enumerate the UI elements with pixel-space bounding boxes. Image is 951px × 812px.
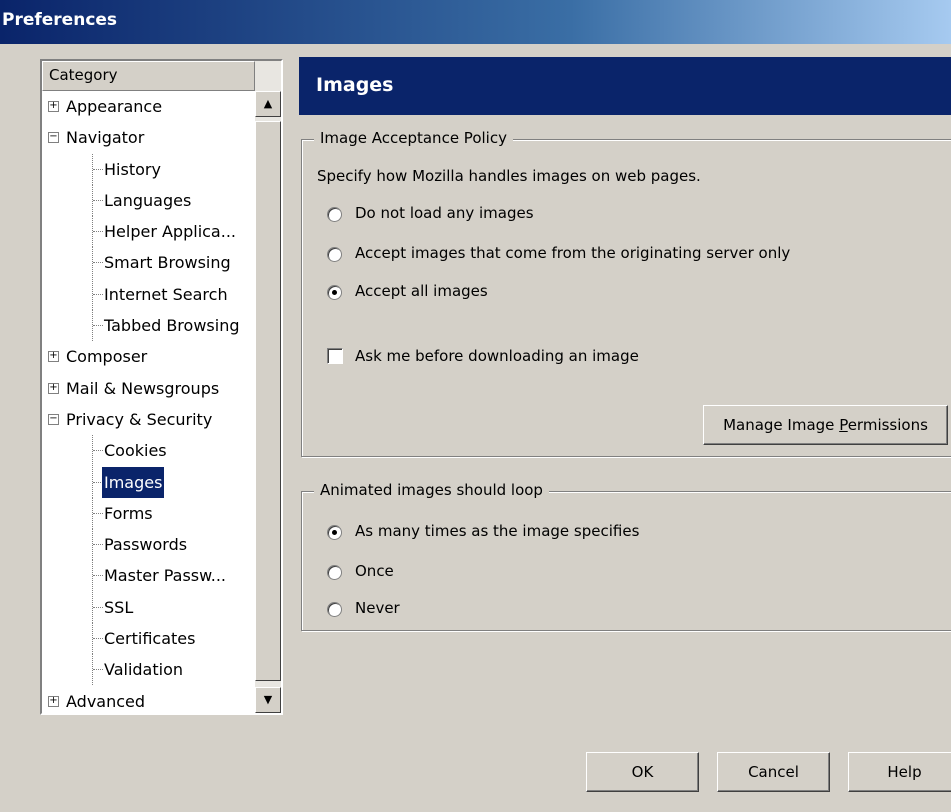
category-item-languages[interactable]: Languages bbox=[42, 184, 255, 216]
radio-no-images-label[interactable]: Do not load any images bbox=[355, 204, 534, 222]
collapse-icon[interactable]: − bbox=[48, 413, 59, 425]
category-item-label: Languages bbox=[104, 190, 192, 210]
category-item-label: Appearance bbox=[66, 97, 163, 116]
category-column-header[interactable]: Category bbox=[42, 61, 255, 91]
help-button[interactable]: Help bbox=[848, 752, 951, 792]
category-item-helper-applica[interactable]: Helper Applica... bbox=[42, 216, 255, 248]
scroll-thumb[interactable] bbox=[255, 121, 281, 681]
category-item-label: Internet Search bbox=[104, 284, 228, 304]
category-item-forms[interactable]: Forms bbox=[42, 497, 255, 529]
cancel-button[interactable]: Cancel bbox=[717, 752, 830, 792]
category-item-internet-search[interactable]: Internet Search bbox=[42, 278, 255, 310]
animation-loop-group: Animated images should loop As many time… bbox=[301, 481, 951, 631]
category-tree[interactable]: Category + Appearance − Navigator History Lan… bbox=[40, 59, 283, 715]
category-item-label: Navigator bbox=[66, 128, 145, 148]
category-item-passwords[interactable]: Passwords bbox=[42, 529, 255, 561]
category-item-label: Images bbox=[102, 466, 165, 498]
category-item-validation[interactable]: Validation bbox=[42, 654, 255, 686]
expand-icon[interactable]: + bbox=[48, 382, 59, 394]
collapse-icon[interactable]: − bbox=[48, 132, 59, 144]
category-item-advanced[interactable]: + Advanced bbox=[42, 686, 255, 713]
category-item-cookies[interactable]: Cookies bbox=[42, 435, 255, 467]
image-acceptance-group: Image Acceptance Policy Specify how Mozi… bbox=[301, 129, 951, 457]
title-bar: Preferences bbox=[0, 0, 951, 44]
category-item-composer[interactable]: + Composer bbox=[42, 341, 255, 372]
expand-icon[interactable]: + bbox=[48, 101, 59, 112]
category-item-label: Passwords bbox=[104, 535, 188, 555]
radio-loop-once[interactable] bbox=[327, 565, 342, 580]
animation-loop-legend: Animated images should loop bbox=[314, 481, 549, 499]
radio-loop-as-specified[interactable] bbox=[327, 525, 342, 540]
category-item-label: Advanced bbox=[66, 691, 146, 711]
category-item-images[interactable]: Images bbox=[42, 466, 255, 498]
category-item-appearance[interactable]: + Appearance bbox=[42, 91, 255, 122]
radio-loop-as-specified-label[interactable]: As many times as the image specifies bbox=[355, 522, 639, 540]
category-item-label: Tabbed Browsing bbox=[104, 316, 240, 336]
radio-loop-once-label[interactable]: Once bbox=[355, 562, 394, 580]
category-item-label: Validation bbox=[104, 660, 184, 680]
category-item-smart-browsing[interactable]: Smart Browsing bbox=[42, 247, 255, 279]
category-item-label: History bbox=[104, 159, 161, 179]
panel-title: Images bbox=[316, 74, 394, 96]
manage-button-label-post: ermissions bbox=[847, 416, 928, 434]
category-item-label: Master Passw... bbox=[104, 566, 227, 586]
manage-button-label-pre: Manage Image bbox=[723, 416, 840, 434]
radio-all-images[interactable] bbox=[327, 285, 342, 300]
scroll-down-button[interactable]: ▼ bbox=[255, 687, 281, 713]
ask-before-download-label[interactable]: Ask me before downloading an image bbox=[355, 347, 639, 365]
ask-before-download-checkbox[interactable] bbox=[327, 348, 343, 364]
category-item-tabbed-browsing[interactable]: Tabbed Browsing bbox=[42, 310, 255, 342]
category-item-certificates[interactable]: Certificates bbox=[42, 623, 255, 655]
scroll-down-arrow-icon: ▼ bbox=[263, 693, 273, 706]
category-item-history[interactable]: History bbox=[42, 153, 255, 185]
category-item-label: Certificates bbox=[104, 629, 196, 649]
window-title: Preferences bbox=[2, 10, 118, 30]
category-item-label: Cookies bbox=[104, 441, 167, 461]
category-tree-items: + Appearance − Navigator History Languages Hel… bbox=[42, 91, 255, 713]
image-acceptance-description: Specify how Mozilla handles images on we… bbox=[317, 167, 701, 185]
radio-all-images-label[interactable]: Accept all images bbox=[355, 282, 488, 300]
category-item-privacy-security[interactable]: − Privacy & Security bbox=[42, 404, 255, 435]
category-item-mail-newsgroups[interactable]: + Mail & Newsgroups bbox=[42, 373, 255, 404]
category-item-master-passw[interactable]: Master Passw... bbox=[42, 560, 255, 592]
radio-loop-never[interactable] bbox=[327, 602, 342, 617]
manage-image-permissions-button[interactable]: Manage Image Permissions bbox=[703, 405, 948, 445]
ok-button[interactable]: OK bbox=[586, 752, 699, 792]
manage-button-accel: P bbox=[839, 416, 848, 434]
category-item-ssl[interactable]: SSL bbox=[42, 591, 255, 623]
image-acceptance-legend: Image Acceptance Policy bbox=[314, 129, 513, 147]
radio-originating-server-label[interactable]: Accept images that come from the origina… bbox=[355, 244, 790, 262]
category-item-label: Forms bbox=[104, 503, 153, 523]
category-item-label: Privacy & Security bbox=[66, 409, 213, 429]
expand-icon[interactable]: + bbox=[48, 695, 59, 707]
scroll-up-button[interactable]: ▲ bbox=[255, 91, 281, 117]
panel-title-bar: Images bbox=[299, 57, 951, 115]
radio-originating-server[interactable] bbox=[327, 247, 342, 262]
category-item-label: Mail & Newsgroups bbox=[66, 378, 220, 398]
category-item-label: Smart Browsing bbox=[104, 253, 231, 273]
radio-loop-never-label[interactable]: Never bbox=[355, 599, 400, 617]
category-item-label: Composer bbox=[66, 347, 148, 367]
expand-icon[interactable]: + bbox=[48, 351, 59, 363]
scroll-up-arrow-icon: ▲ bbox=[263, 97, 273, 110]
radio-no-images[interactable] bbox=[327, 207, 342, 222]
category-item-navigator[interactable]: − Navigator bbox=[42, 122, 255, 153]
category-scrollbar[interactable]: ▲ ▼ bbox=[255, 61, 281, 713]
category-item-label: SSL bbox=[104, 597, 134, 617]
category-item-label: Helper Applica... bbox=[104, 222, 236, 242]
